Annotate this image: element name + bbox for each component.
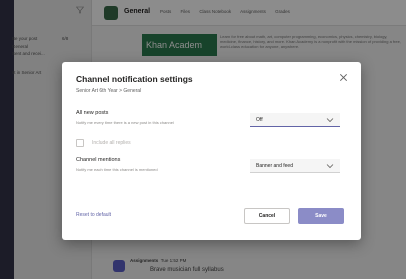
chevron-down-icon [326,118,334,123]
include-replies-label: Include all replies [92,140,131,146]
cancel-button[interactable]: Cancel [244,208,290,224]
mentions-label: Channel mentions [76,157,121,163]
mentions-value: Banner and feed [256,163,293,169]
reset-to-default-link[interactable]: Reset to default [76,212,111,218]
dialog-subtitle: Senior Art 6th Year > General [76,88,142,94]
new-posts-label: All new posts [76,110,109,116]
mentions-dropdown[interactable]: Banner and feed [250,159,340,173]
channel-notification-dialog: Channel notification settings Senior Art… [62,62,361,240]
include-replies-checkbox[interactable] [76,139,84,147]
close-icon[interactable] [339,73,349,83]
dialog-title: Channel notification settings [76,74,193,84]
chevron-down-icon [326,164,334,169]
new-posts-value: Off [256,117,263,123]
new-posts-dropdown[interactable]: Off [250,113,340,127]
save-button[interactable]: Save [298,208,344,224]
mentions-description: Notify me each time this channel is ment… [76,167,158,172]
new-posts-description: Notify me every time there is a new post… [76,120,174,125]
